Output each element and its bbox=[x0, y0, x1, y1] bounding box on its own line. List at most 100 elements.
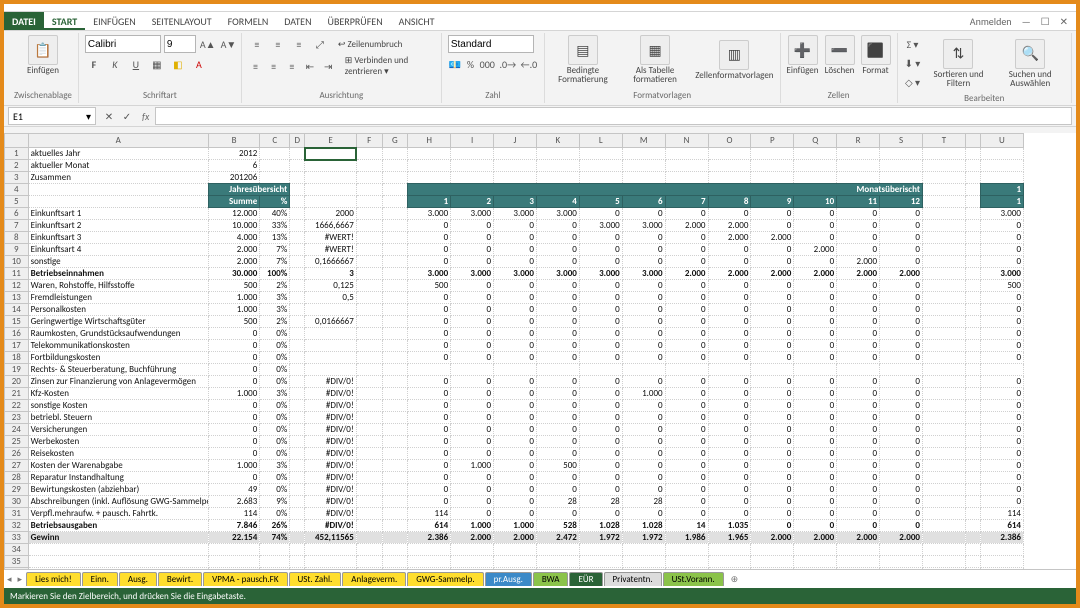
cell[interactable]: 28 bbox=[622, 496, 665, 508]
cell[interactable]: 4.000 bbox=[208, 232, 259, 244]
cell[interactable] bbox=[922, 352, 965, 364]
cell[interactable]: Summe bbox=[208, 196, 259, 208]
cell[interactable] bbox=[290, 484, 305, 496]
cell[interactable]: 0 bbox=[665, 376, 708, 388]
cell[interactable]: 0 bbox=[880, 328, 923, 340]
cell[interactable]: Zusammen bbox=[28, 172, 208, 184]
format-as-table-button[interactable]: ▦Als Tabelle formatieren bbox=[623, 35, 687, 84]
cell[interactable]: betriebl. Steuern bbox=[28, 412, 208, 424]
cell[interactable]: 0 bbox=[837, 412, 880, 424]
cell[interactable] bbox=[965, 148, 980, 160]
cell[interactable]: 0 bbox=[408, 448, 451, 460]
sheet-tab[interactable]: BWA bbox=[533, 572, 569, 586]
cell[interactable] bbox=[665, 160, 708, 172]
sheet-tab[interactable]: Anlageverm. bbox=[342, 572, 406, 586]
cell[interactable] bbox=[356, 496, 382, 508]
cell[interactable]: 0 bbox=[708, 244, 751, 256]
cell[interactable]: 0 bbox=[837, 352, 880, 364]
cell[interactable]: 14 bbox=[665, 520, 708, 532]
cell[interactable]: 7% bbox=[260, 256, 290, 268]
cell[interactable] bbox=[305, 340, 356, 352]
cell[interactable]: 0 bbox=[980, 220, 1023, 232]
row-header[interactable]: 5 bbox=[5, 196, 29, 208]
cell[interactable]: 2.000 bbox=[494, 532, 537, 544]
cell[interactable] bbox=[382, 148, 408, 160]
cell[interactable] bbox=[622, 556, 665, 568]
cell[interactable]: 2 bbox=[451, 196, 494, 208]
row-header[interactable]: 21 bbox=[5, 388, 29, 400]
cell[interactable] bbox=[260, 568, 290, 570]
cell[interactable] bbox=[965, 280, 980, 292]
cell[interactable] bbox=[965, 412, 980, 424]
paste-button[interactable]: 📋 Einfügen bbox=[14, 35, 72, 75]
cell[interactable]: 0 bbox=[665, 496, 708, 508]
wrap-text-button[interactable]: ↩ Zeilenumbruch bbox=[338, 39, 403, 50]
indent-dec-icon[interactable]: ⇤ bbox=[302, 57, 317, 75]
cell[interactable] bbox=[382, 376, 408, 388]
cell[interactable] bbox=[980, 568, 1023, 570]
cell[interactable]: 0 bbox=[880, 412, 923, 424]
cell[interactable]: 3.000 bbox=[536, 268, 579, 280]
cell[interactable]: 0 bbox=[408, 484, 451, 496]
cell[interactable]: Kfz-Kosten bbox=[28, 388, 208, 400]
cell[interactable]: 0 bbox=[451, 508, 494, 520]
cell[interactable] bbox=[794, 364, 837, 376]
cell[interactable] bbox=[290, 352, 305, 364]
font-name-select[interactable] bbox=[85, 35, 161, 53]
cell[interactable]: 0 bbox=[536, 448, 579, 460]
cell[interactable] bbox=[290, 280, 305, 292]
cell[interactable]: 0 bbox=[579, 244, 622, 256]
cell[interactable]: Gewinn bbox=[28, 532, 208, 544]
cell[interactable]: 0% bbox=[260, 472, 290, 484]
cell[interactable]: 2012 bbox=[208, 148, 259, 160]
cell[interactable]: 500 bbox=[408, 280, 451, 292]
sheet-tab[interactable]: VPMA - pausch.FK bbox=[203, 572, 287, 586]
cell[interactable]: 0 bbox=[751, 424, 794, 436]
cell[interactable]: 2.000 bbox=[751, 532, 794, 544]
cell[interactable] bbox=[880, 364, 923, 376]
cell[interactable]: 10.000 bbox=[208, 220, 259, 232]
cell[interactable] bbox=[536, 568, 579, 570]
sheet-tab[interactable]: pr.Ausg. bbox=[485, 572, 532, 586]
cell[interactable] bbox=[28, 184, 208, 196]
cell[interactable]: 0 bbox=[408, 328, 451, 340]
cell[interactable] bbox=[880, 160, 923, 172]
cell[interactable]: 0 bbox=[980, 304, 1023, 316]
cell[interactable] bbox=[622, 568, 665, 570]
cell[interactable] bbox=[965, 424, 980, 436]
cell[interactable] bbox=[837, 568, 880, 570]
cell[interactable]: 0 bbox=[622, 280, 665, 292]
cell[interactable] bbox=[382, 388, 408, 400]
cell[interactable] bbox=[356, 256, 382, 268]
cell[interactable] bbox=[260, 556, 290, 568]
cell[interactable]: 0 bbox=[451, 292, 494, 304]
cell[interactable] bbox=[356, 184, 382, 196]
cell[interactable] bbox=[922, 544, 965, 556]
cell[interactable]: 0 bbox=[536, 484, 579, 496]
cell[interactable] bbox=[708, 364, 751, 376]
cell[interactable]: 2.000 bbox=[665, 268, 708, 280]
cell[interactable]: 0 bbox=[751, 280, 794, 292]
cell[interactable] bbox=[980, 160, 1023, 172]
cell[interactable]: 0 bbox=[794, 460, 837, 472]
cell[interactable]: 0 bbox=[451, 376, 494, 388]
cell[interactable] bbox=[922, 568, 965, 570]
cell[interactable] bbox=[356, 388, 382, 400]
col-header[interactable]: K bbox=[536, 134, 579, 148]
cell[interactable] bbox=[356, 160, 382, 172]
row-header[interactable]: 18 bbox=[5, 352, 29, 364]
cell[interactable]: aktuelles Jahr bbox=[28, 148, 208, 160]
cell[interactable] bbox=[356, 208, 382, 220]
cell[interactable]: 0 bbox=[980, 484, 1023, 496]
cell[interactable]: 3% bbox=[260, 460, 290, 472]
sheet-tab[interactable]: GWG-Sammelp. bbox=[407, 572, 483, 586]
cell[interactable]: 0 bbox=[751, 520, 794, 532]
cell[interactable] bbox=[751, 568, 794, 570]
cell[interactable] bbox=[622, 160, 665, 172]
cell[interactable]: #WERT! bbox=[305, 232, 356, 244]
cell[interactable]: 3 bbox=[494, 196, 537, 208]
cell[interactable] bbox=[290, 388, 305, 400]
cell[interactable] bbox=[494, 148, 537, 160]
cell[interactable]: 0 bbox=[494, 448, 537, 460]
cell[interactable]: 0 bbox=[794, 436, 837, 448]
